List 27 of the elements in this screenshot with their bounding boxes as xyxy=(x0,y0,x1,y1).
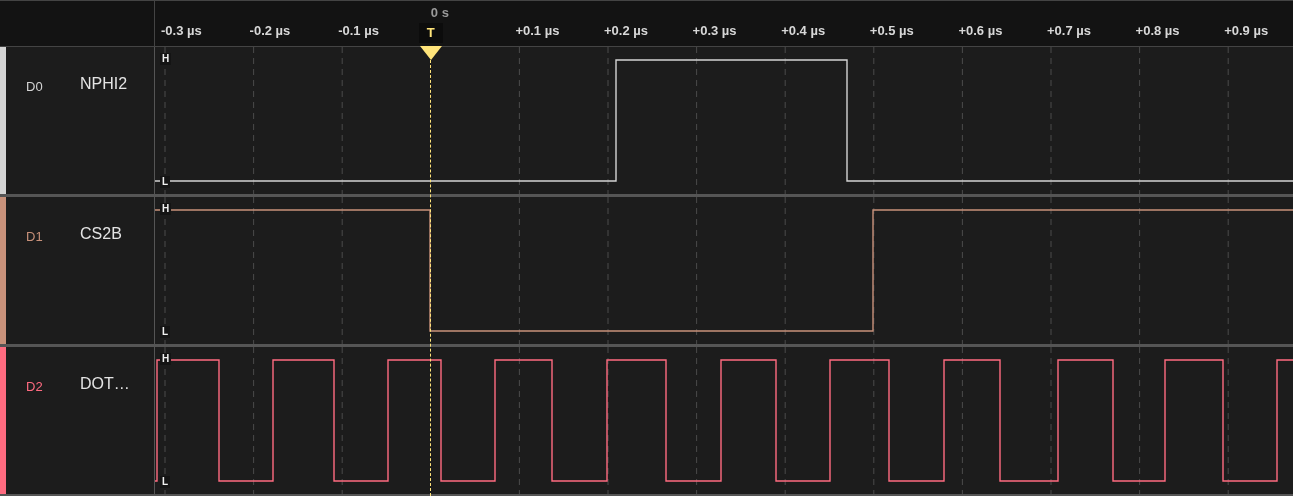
time-tick-label: +0.4 µs xyxy=(781,23,826,38)
time-tick-label: +0.2 µs xyxy=(604,23,648,38)
time-tick-label: -0.3 µs xyxy=(161,23,202,38)
low-level-label: L xyxy=(160,476,171,488)
time-tick-label: +0.6 µs xyxy=(958,23,1003,38)
trigger-arrow-icon[interactable] xyxy=(419,46,442,60)
high-level-label: H xyxy=(160,53,172,65)
time-tick-label: +0.5 µs xyxy=(869,23,914,38)
time-tick-label: +0.7 µs xyxy=(1047,23,1091,38)
high-level-label: H xyxy=(160,203,172,215)
channel-name: NPHI2 xyxy=(80,75,128,93)
time-tick-label: -0.2 µs xyxy=(249,23,291,38)
time-tick-label: +0.8 µs xyxy=(1135,23,1180,38)
trigger-label[interactable]: T xyxy=(418,23,443,43)
low-level-label: L xyxy=(160,176,171,188)
time-tick-label: +0.3 µs xyxy=(692,23,737,38)
time-tick-label: -0.1 µs xyxy=(338,23,379,38)
time-tick-label: +0.9 µs xyxy=(1224,23,1269,38)
channel-id: D1 xyxy=(26,229,44,244)
channel-name: CS2B xyxy=(80,225,122,243)
time-label: 0 s xyxy=(430,5,449,20)
high-level-label: H xyxy=(160,353,172,365)
low-level-label: L xyxy=(160,326,171,338)
channel-id: D0 xyxy=(26,79,44,94)
channel-name: DOT… xyxy=(80,375,130,393)
channel-id: D2 xyxy=(26,379,44,394)
time-tick-label: +0.1 µs xyxy=(515,23,560,38)
